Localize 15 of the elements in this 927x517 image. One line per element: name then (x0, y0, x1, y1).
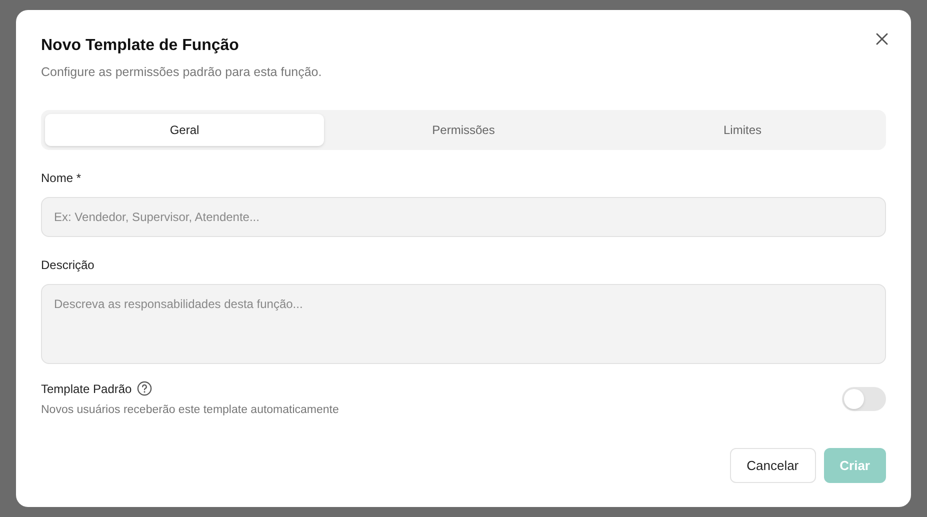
tab[interactable]: Permissões (324, 114, 603, 146)
tab[interactable]: Geral (45, 114, 324, 146)
toggle-description: Novos usuários receberão este template automaticamente (41, 402, 339, 418)
field-label: Descrição (41, 256, 94, 274)
toggle-label: Template Padrão (41, 380, 132, 398)
dialog-subtitle: Configure as permissões padrão para esta função. (41, 64, 322, 81)
close-icon[interactable] (875, 32, 889, 46)
name-field[interactable]: Ex: Vendedor, Supervisor, Atendente... (41, 196, 886, 237)
toggle-switch[interactable] (842, 387, 886, 412)
tab[interactable]: Limites (603, 114, 882, 146)
dialog-title: Novo Template de Função (41, 36, 239, 56)
cancel-button[interactable]: Cancelar (730, 448, 816, 483)
description-field[interactable]: Descreva as responsabilidades desta função... (41, 284, 886, 364)
field-label: Nome * (41, 170, 82, 187)
help-icon[interactable] (136, 381, 152, 396)
